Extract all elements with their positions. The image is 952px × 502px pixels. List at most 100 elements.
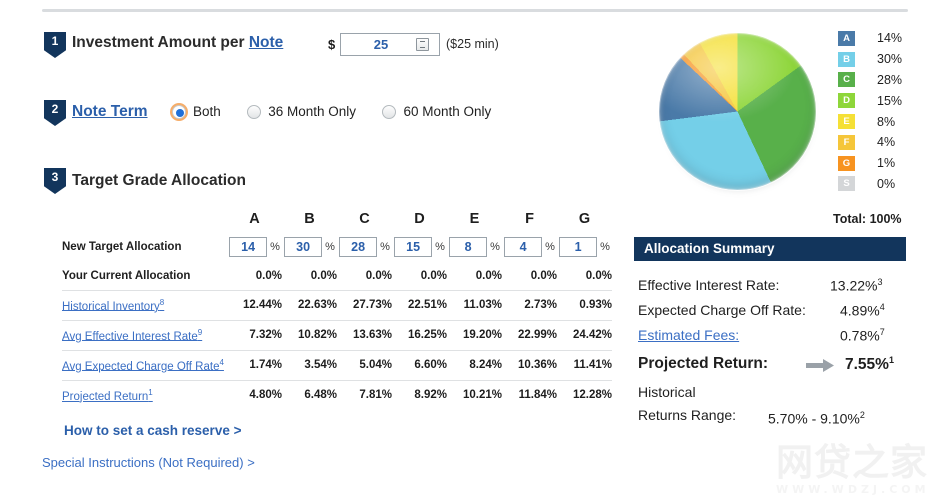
- legend-row-E: E 8%: [838, 111, 902, 132]
- step-3-title: Target Grade Allocation: [72, 172, 246, 189]
- allocation-pie-chart: [655, 30, 820, 200]
- table-cell-B: 10.82%: [282, 319, 337, 350]
- legend-swatch-A: A: [838, 30, 855, 46]
- table-cell-C: 7.81%: [337, 379, 392, 410]
- radio-icon: [382, 104, 397, 119]
- allocation-page: 1 Investment Amount per Note $ ($25 min)…: [0, 0, 952, 502]
- footnote-marker: 3: [877, 277, 883, 287]
- target-allocation-input-B[interactable]: [284, 237, 323, 257]
- projected-return-label: Projected Return:: [638, 355, 769, 372]
- table-cell-D: 16.25%: [392, 319, 447, 350]
- table-row: Avg Expected Charge Off Rate4 1.74% 3.54% 5…: [62, 349, 612, 380]
- legend-total: Total: 100%: [833, 212, 902, 226]
- legend-percent-A: 14%: [877, 31, 903, 46]
- table-cell-D: 22.51%: [392, 289, 447, 320]
- row-label-projected-return[interactable]: Projected Return1: [62, 379, 227, 410]
- note-term-option-label: 36 Month Only: [268, 104, 357, 120]
- table-cell-F: 22.99%: [502, 319, 557, 350]
- currency-symbol: $: [328, 37, 336, 52]
- note-term-option-36month[interactable]: 36 Month Only: [247, 104, 356, 119]
- step-1-title: Investment Amount per Note: [72, 34, 283, 52]
- note-term-option-60month[interactable]: 60 Month Only: [382, 104, 491, 119]
- percent-sign: %: [270, 241, 280, 253]
- effective-interest-rate-value: 13.22%3: [830, 277, 883, 294]
- table-cell-A: 1.74%: [227, 349, 282, 380]
- table-row: Projected Return1 4.80% 6.48% 7.81% 8.92% 10.…: [62, 379, 612, 410]
- legend-row-F: F 4%: [838, 132, 902, 153]
- table-cell-B: 22.63%: [282, 289, 337, 320]
- spinner-icon[interactable]: [416, 38, 429, 51]
- historical-label: Historical: [638, 384, 696, 400]
- step-3-badge: 3: [44, 168, 66, 194]
- pie-slices: [659, 33, 816, 190]
- table-cell-G: 24.42%: [557, 319, 612, 350]
- table-cell-C: 5.04%: [337, 349, 392, 380]
- page-top-divider: [42, 9, 908, 12]
- table-cell-A: 4.80%: [227, 379, 282, 410]
- column-header-a: A: [249, 211, 260, 227]
- percent-sign: %: [600, 241, 610, 253]
- table-cell-G: 0.93%: [557, 289, 612, 320]
- row-label-historical-inventory[interactable]: Historical Inventory8: [62, 289, 227, 320]
- note-link[interactable]: Note: [249, 34, 283, 51]
- projected-return-value: 7.55%1: [845, 355, 894, 374]
- table-cell-E: 10.21%: [447, 379, 502, 410]
- allocation-summary-header: Allocation Summary: [634, 237, 906, 261]
- special-instructions-link[interactable]: Special Instructions (Not Required) >: [42, 455, 255, 470]
- footnote-marker: 4: [879, 302, 885, 312]
- row-label-new-target-allocation: New Target Allocation: [62, 241, 182, 253]
- target-allocation-input-F[interactable]: [504, 237, 543, 257]
- legend-swatch-S: S: [838, 176, 855, 192]
- target-allocation-input-E[interactable]: [449, 237, 488, 257]
- legend-percent-B: 30%: [877, 52, 903, 67]
- note-term-radio-group: Both 36 Month Only 60 Month Only: [172, 103, 513, 121]
- percent-sign: %: [380, 241, 390, 253]
- row-label-avg-effective-interest-rate[interactable]: Avg Effective Interest Rate9: [62, 319, 227, 350]
- target-allocation-input-C[interactable]: [339, 237, 378, 257]
- radio-icon: [172, 104, 186, 119]
- legend-swatch-C: C: [838, 72, 855, 88]
- column-header-b: B: [304, 211, 315, 227]
- table-cell-B: 3.54%: [282, 349, 337, 380]
- grade-allocation-table: A B C D E F G New Target Allocation%%%%%…: [62, 206, 612, 410]
- legend-row-D: D 15%: [838, 90, 902, 111]
- legend-swatch-E: E: [838, 114, 855, 130]
- note-term-option-both[interactable]: Both: [172, 104, 221, 119]
- footnote-marker: 7: [879, 327, 885, 337]
- returns-range-number: 5.70% - 9.10%: [768, 410, 860, 427]
- row-label-avg-expected-charge-off-rate[interactable]: Avg Expected Charge Off Rate4: [62, 349, 227, 380]
- column-header-g: G: [578, 211, 591, 227]
- target-allocation-input-A[interactable]: [229, 237, 268, 257]
- note-term-link[interactable]: Note Term: [72, 103, 148, 120]
- legend-percent-C: 28%: [877, 72, 903, 87]
- legend-swatch-D: D: [838, 93, 855, 109]
- note-term-option-label: Both: [193, 104, 221, 120]
- target-allocation-input-G[interactable]: [559, 237, 598, 257]
- cash-reserve-link[interactable]: How to set a cash reserve >: [64, 423, 241, 438]
- returns-range-label: Returns Range:: [638, 407, 737, 423]
- estimated-fees-value: 0.78%7: [840, 327, 885, 344]
- target-allocation-input-D[interactable]: [394, 237, 433, 257]
- legend-row-B: B 30%: [838, 49, 902, 70]
- column-header-c: C: [359, 211, 370, 227]
- column-header-d: D: [414, 211, 425, 227]
- expected-charge-off-value: 4.89%4: [840, 302, 885, 319]
- projected-return-number: 7.55%: [845, 356, 889, 374]
- table-cell-F: 2.73%: [502, 289, 557, 320]
- effective-interest-rate-label: Effective Interest Rate:: [638, 277, 780, 293]
- table-row: New Target Allocation%%%%%%%: [62, 232, 612, 262]
- table-cell-G: 11.41%: [557, 349, 612, 380]
- table-row: Historical Inventory8 12.44% 22.63% 27.73% 2…: [62, 289, 612, 320]
- returns-range-value: 5.70% - 9.10%2: [768, 410, 865, 427]
- row-label-your-current-allocation: Your Current Allocation: [62, 269, 191, 282]
- table-corner-cell: [62, 206, 227, 232]
- legend-percent-D: 15%: [877, 93, 903, 108]
- footnote-marker: 9: [197, 327, 203, 337]
- estimated-fees-link[interactable]: Estimated Fees:: [638, 327, 739, 343]
- table-cell-A: 12.44%: [227, 289, 282, 320]
- expected-charge-off-number: 4.89%: [840, 302, 880, 319]
- percent-sign: %: [490, 241, 500, 253]
- target-allocation-cell-C: %: [337, 232, 392, 262]
- footnote-marker: 2: [859, 410, 865, 420]
- target-allocation-cell-G: %: [557, 232, 612, 262]
